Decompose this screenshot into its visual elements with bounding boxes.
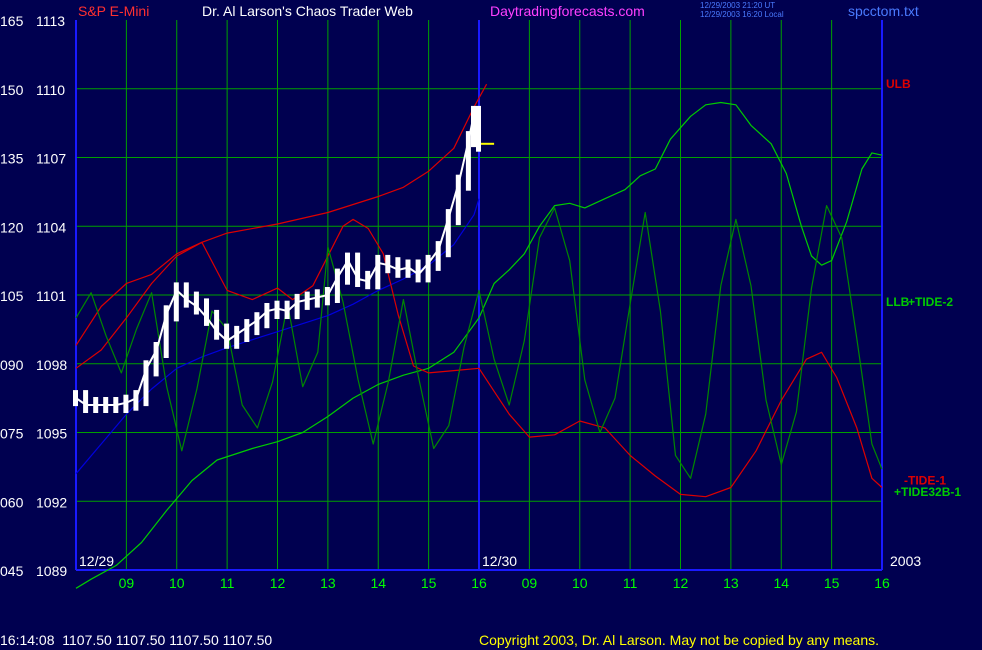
y-tick-left-label: 075 bbox=[0, 426, 24, 442]
x-tick-label: 16 bbox=[471, 575, 487, 591]
day-label: 2003 bbox=[890, 553, 921, 569]
price-bar bbox=[254, 312, 260, 336]
x-tick-label: 12 bbox=[673, 575, 689, 591]
price-bar bbox=[415, 259, 421, 283]
series-label-ulb: ULB bbox=[886, 77, 911, 91]
y-tick-price-label: 1110 bbox=[36, 82, 65, 98]
x-tick-label: 16 bbox=[874, 575, 890, 591]
y-tick-left-label: 090 bbox=[0, 357, 24, 373]
price-bar bbox=[355, 252, 361, 287]
x-tick-label: 15 bbox=[824, 575, 840, 591]
x-tick-label: 14 bbox=[773, 575, 789, 591]
y-tick-left-label: 045 bbox=[0, 563, 24, 579]
price-bar bbox=[173, 282, 179, 322]
y-tick-price-label: 1092 bbox=[36, 494, 67, 510]
y-tick-price-label: 1113 bbox=[36, 13, 65, 29]
x-tick-label: 12 bbox=[270, 575, 286, 591]
author-title: Dr. Al Larson's Chaos Trader Web bbox=[202, 3, 413, 19]
price-bar bbox=[294, 293, 300, 320]
price-bar bbox=[234, 325, 240, 349]
local-timestamp: 12/29/2003 16:20 Local bbox=[700, 10, 784, 19]
day-label: 12/30 bbox=[482, 553, 517, 569]
copyright-notice: Copyright 2003, Dr. Al Larson. May not b… bbox=[479, 632, 879, 648]
y-tick-left-label: 105 bbox=[0, 288, 24, 304]
y-tick-left-label: 135 bbox=[0, 151, 24, 167]
price-bar bbox=[204, 298, 209, 326]
price-bar bbox=[345, 252, 350, 285]
price-bar bbox=[244, 319, 250, 342]
price-bar bbox=[193, 291, 199, 315]
y-tick-price-label: 1107 bbox=[36, 151, 66, 167]
series-label-tide32b-1: +TIDE32B-1 bbox=[894, 485, 961, 499]
price-bar bbox=[224, 323, 230, 349]
y-tick-left-label: 165 bbox=[0, 13, 24, 29]
price-bar bbox=[264, 303, 270, 329]
x-tick-label: 13 bbox=[723, 575, 739, 591]
utc-timestamp: 12/29/2003 21:20 UT bbox=[700, 1, 775, 10]
price-bar bbox=[183, 282, 189, 308]
series-label-tide-2: +TIDE-2 bbox=[908, 295, 953, 309]
y-tick-left-label: 150 bbox=[0, 82, 24, 98]
y-tick-price-label: 1104 bbox=[36, 219, 66, 235]
data-file-name: spcctom.txt bbox=[848, 3, 919, 19]
last-quote: 16:14:08 1107.50 1107.50 1107.50 1107.50 bbox=[0, 632, 272, 648]
x-tick-label: 13 bbox=[320, 575, 336, 591]
x-tick-label: 14 bbox=[370, 575, 386, 591]
x-tick-label: 09 bbox=[119, 575, 135, 591]
price-bar bbox=[375, 254, 381, 290]
site-title[interactable]: Daytradingforecasts.com bbox=[490, 3, 645, 19]
y-tick-price-label: 1089 bbox=[36, 563, 67, 579]
y-tick-left-label: 060 bbox=[0, 494, 24, 510]
x-tick-label: 11 bbox=[220, 575, 235, 591]
price-bar bbox=[83, 390, 89, 413]
day-label: 12/29 bbox=[79, 553, 114, 569]
y-tick-price-label: 1098 bbox=[36, 357, 67, 373]
x-tick-label: 11 bbox=[623, 575, 638, 591]
price-bar bbox=[395, 257, 401, 278]
price-bar bbox=[214, 309, 220, 340]
price-chart: 165 1113150 1110135 1107120 1104105 1101090 10… bbox=[0, 0, 982, 650]
price-bar bbox=[425, 254, 431, 283]
x-tick-label: 15 bbox=[421, 575, 437, 591]
y-tick-left-label: 120 bbox=[0, 219, 24, 235]
y-tick-price-label: 1101 bbox=[36, 288, 66, 304]
series-label-llb: LLB bbox=[886, 295, 910, 309]
y-tick-price-label: 1095 bbox=[36, 426, 67, 442]
x-tick-label: 10 bbox=[169, 575, 185, 591]
x-tick-label: 10 bbox=[572, 575, 588, 591]
symbol-title: S&P E-Mini bbox=[78, 3, 149, 19]
x-tick-label: 09 bbox=[522, 575, 538, 591]
